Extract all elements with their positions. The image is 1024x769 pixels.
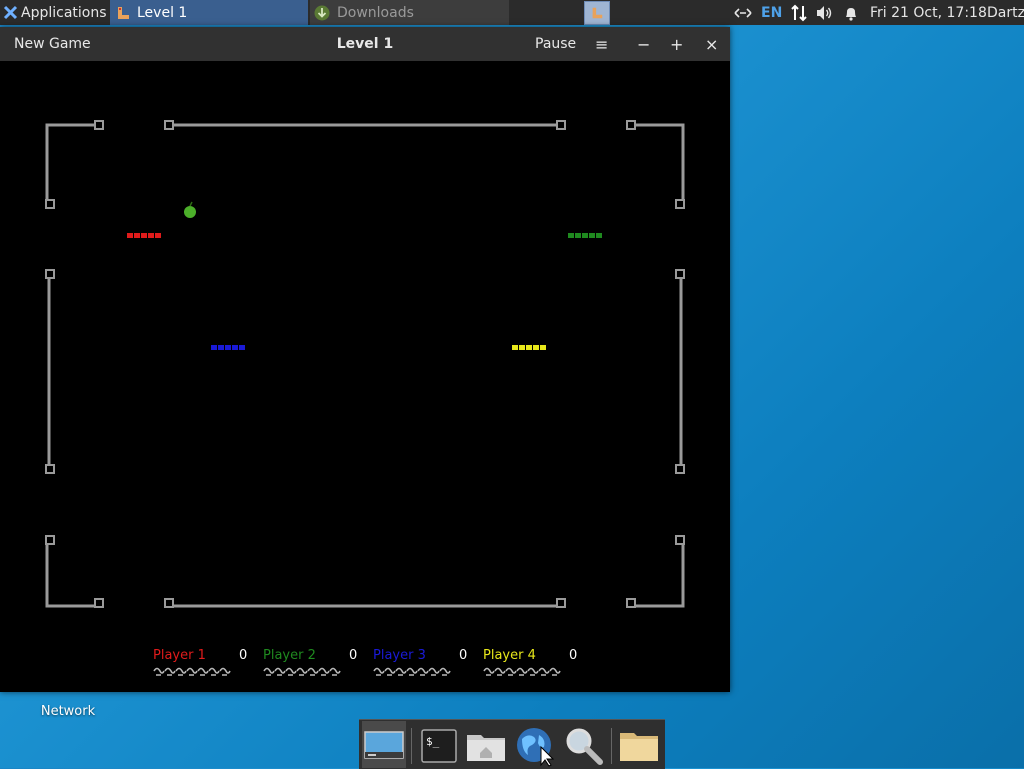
player-2-score: 0 (349, 648, 357, 663)
game-icon (118, 6, 129, 19)
minimize-button[interactable]: − (637, 27, 650, 61)
svg-text:$_: $_ (426, 735, 440, 748)
life-icon (208, 667, 220, 676)
apple-icon (184, 201, 196, 218)
player-1-name: Player 1 (153, 648, 206, 663)
lives-indicators (153, 667, 561, 676)
terminal-icon[interactable]: $_ (417, 724, 461, 768)
workspace-switcher[interactable] (584, 0, 610, 25)
life-icon (373, 667, 385, 676)
life-icon (285, 667, 297, 676)
life-icon (296, 667, 308, 676)
player-4-score: 0 (569, 648, 577, 663)
life-icon (274, 667, 286, 676)
applications-label: Applications (21, 4, 107, 21)
window-titlebar: Level 1 New Game Pause ≡ − + × (0, 27, 730, 61)
desktop-network-label: Network (40, 704, 96, 719)
life-icon (164, 667, 176, 676)
life-icon (439, 667, 451, 676)
life-icon (406, 667, 418, 676)
player-2-name: Player 2 (263, 648, 316, 663)
desktop-network-icon[interactable]: Network (28, 688, 108, 719)
workspace-game-icon (592, 7, 603, 18)
life-icon (483, 667, 495, 676)
files-icon[interactable] (617, 724, 661, 768)
wall-bottom-left (45, 540, 99, 608)
clock[interactable]: Fri 21 Oct, 17:18 (870, 0, 987, 25)
web-browser-icon[interactable] (513, 724, 557, 768)
player-3-score: 0 (459, 648, 467, 663)
task-level-1[interactable]: Level 1 (110, 0, 308, 25)
window-title: Level 1 (336, 36, 394, 52)
worm-player-3 (211, 345, 245, 350)
life-icon (175, 667, 187, 676)
dock-separator (411, 728, 412, 764)
life-icon (516, 667, 528, 676)
life-icon (197, 667, 209, 676)
task-downloads-label: Downloads (337, 4, 414, 21)
worm-player-2 (568, 233, 602, 238)
downloads-icon (314, 5, 330, 20)
wall-end-blocks (45, 120, 685, 608)
player-4-name: Player 4 (483, 648, 536, 663)
new-game-button[interactable]: New Game (14, 27, 91, 61)
network-arrows-icon[interactable] (734, 6, 752, 20)
keyboard-layout-indicator[interactable]: EN (761, 5, 782, 21)
user-menu[interactable]: Dartz (987, 0, 1024, 25)
search-icon[interactable] (562, 724, 606, 768)
hamburger-menu-icon[interactable]: ≡ (595, 27, 608, 61)
workspace-1[interactable] (584, 0, 610, 25)
system-tray: EN (734, 0, 859, 25)
life-icon (263, 667, 275, 676)
life-icon (384, 667, 396, 676)
life-icon (153, 667, 165, 676)
applications-menu[interactable]: Applications ≡ (0, 0, 121, 25)
task-level-1-label: Level 1 (137, 4, 188, 21)
worm-player-1 (127, 233, 161, 238)
xfce-logo-icon (3, 5, 18, 20)
life-icon (186, 667, 198, 676)
life-icon (318, 667, 330, 676)
life-icon (307, 667, 319, 676)
life-icon (219, 667, 231, 676)
pause-button[interactable]: Pause (535, 27, 576, 61)
life-icon (417, 667, 429, 676)
player-1-score: 0 (239, 648, 247, 663)
wall-top-left (45, 123, 99, 204)
close-button[interactable]: × (705, 27, 718, 61)
wall-top-right (631, 123, 685, 204)
game-board[interactable]: Player 1 0 Player 2 0 Player 3 0 Player … (0, 61, 730, 692)
task-downloads[interactable]: Downloads (310, 0, 509, 25)
top-panel: Applications ≡ Level 1 Downloads EN (0, 0, 1024, 25)
transfer-icon[interactable] (791, 4, 807, 22)
maximize-button[interactable]: + (670, 27, 683, 61)
volume-icon[interactable] (816, 5, 834, 21)
life-icon (527, 667, 539, 676)
life-icon (538, 667, 550, 676)
game-window: Level 1 New Game Pause ≡ − + × Player 1 … (0, 27, 730, 692)
life-icon (549, 667, 561, 676)
player-3-name: Player 3 (373, 648, 426, 663)
show-desktop-icon[interactable] (362, 721, 406, 768)
dock-separator (611, 728, 612, 764)
life-icon (428, 667, 440, 676)
scoreboard: Player 1 0 Player 2 0 Player 3 0 Player … (153, 648, 577, 676)
wall-bottom-right (631, 540, 685, 608)
life-icon (329, 667, 341, 676)
home-folder-icon[interactable] (464, 724, 508, 768)
bell-icon[interactable] (843, 5, 859, 21)
life-icon (395, 667, 407, 676)
life-icon (505, 667, 517, 676)
worm-player-4 (512, 345, 546, 350)
arena-walls (45, 123, 685, 608)
life-icon (494, 667, 506, 676)
dock: $_ (359, 719, 665, 769)
